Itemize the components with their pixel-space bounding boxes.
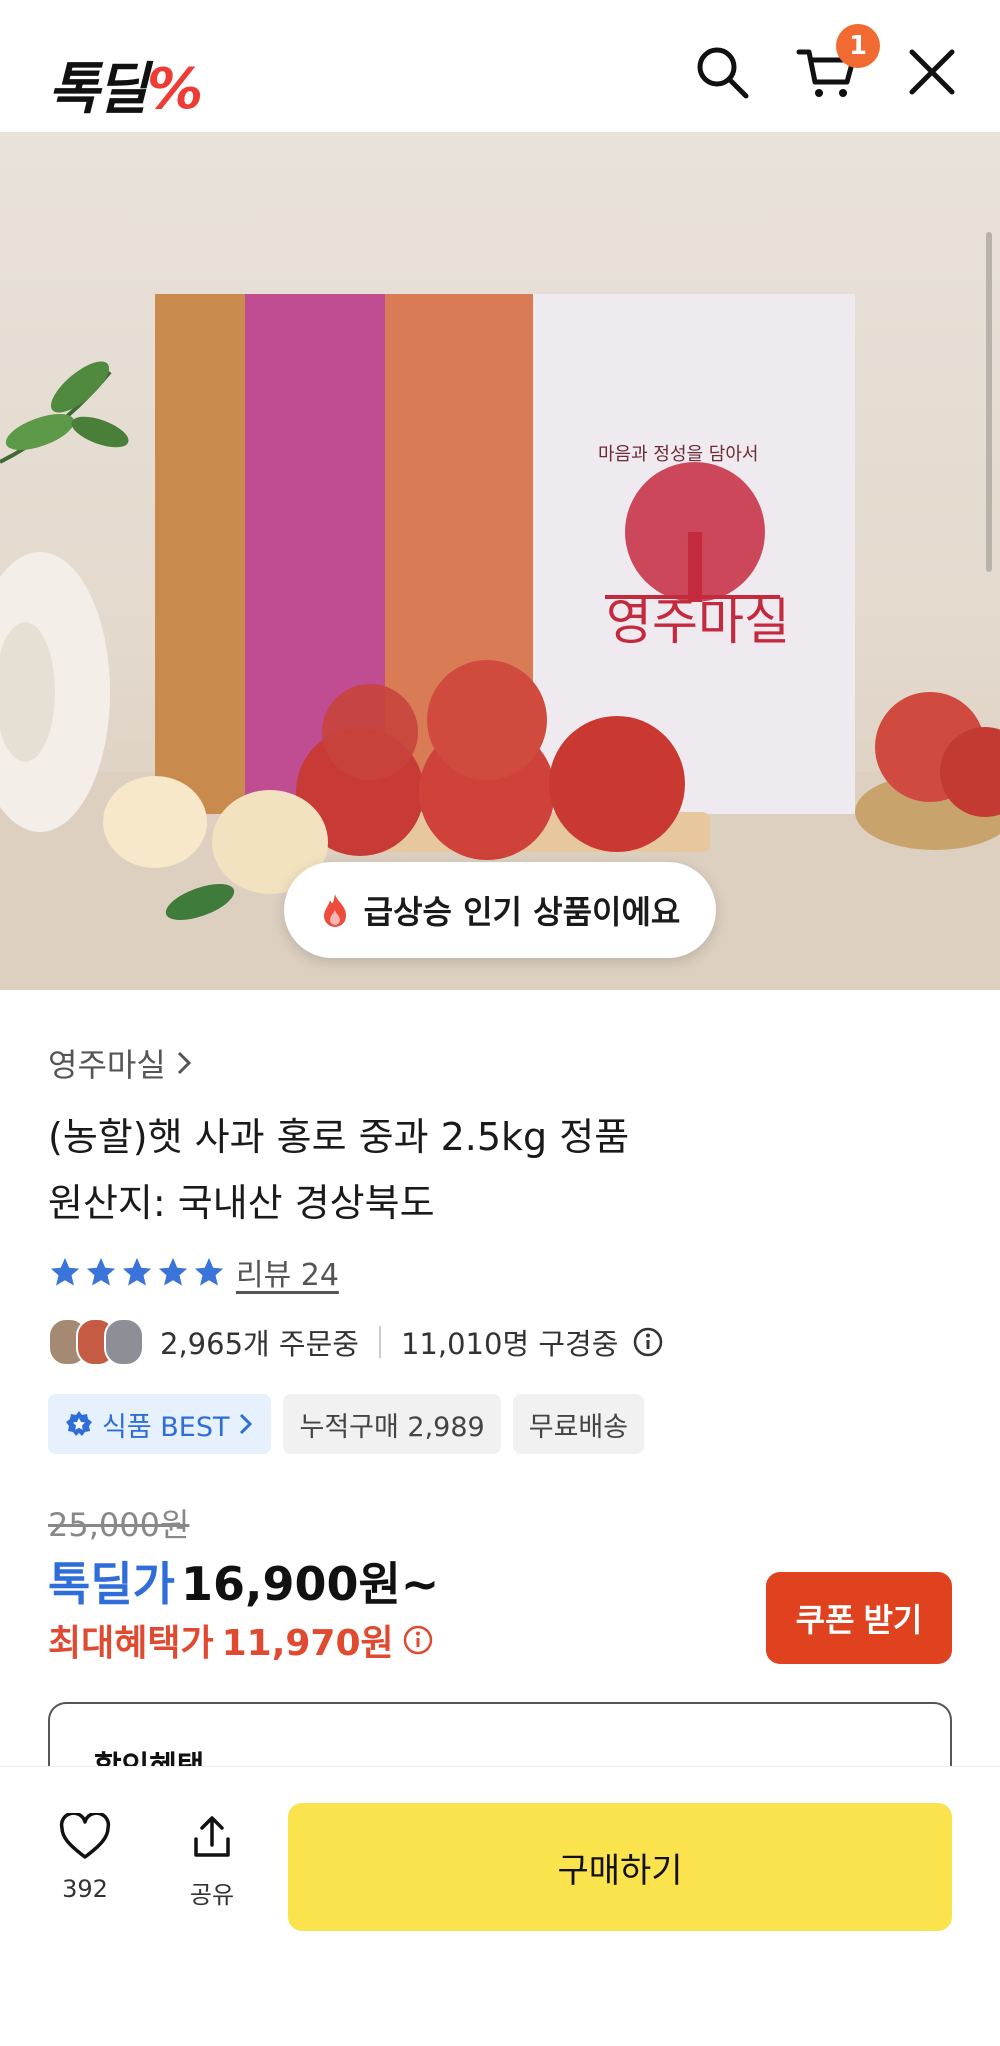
product-origin: 원산지: 국내산 경상북도	[48, 1181, 435, 1225]
buyer-avatars	[48, 1318, 144, 1366]
logo-text: 톡딜	[48, 57, 148, 122]
info-icon[interactable]	[632, 1326, 664, 1358]
chevron-right-icon	[240, 1413, 253, 1435]
original-price: 25,000원	[48, 1506, 190, 1544]
price-row: 톡딜가 16,900원~	[48, 1548, 439, 1614]
cumulative-purchase-tag: 누적구매 2,989	[283, 1394, 501, 1454]
star-icon	[50, 1257, 80, 1286]
benefit-price-row: 최대혜택가 11,970원	[48, 1614, 434, 1666]
product-title: (농할)햇 사과 홍로 중과 2.5kg 정품 원산지: 국내산 경상북도	[48, 1104, 948, 1236]
chevron-right-icon	[177, 1051, 191, 1075]
share-button[interactable]: 공유	[164, 1813, 260, 1910]
box-caption: 마음과 정성을 담아서	[598, 444, 759, 465]
star-icon	[122, 1257, 152, 1286]
like-button[interactable]: 392	[37, 1813, 133, 1903]
price-label: 톡딜가	[48, 1557, 175, 1611]
best-badge-label: 식품 BEST	[102, 1411, 230, 1443]
deal-price: 16,900원~	[180, 1557, 440, 1611]
product-tags: 식품 BEST 누적구매 2,989 무료배송	[48, 1394, 645, 1454]
rating-row: 리뷰 24	[48, 1250, 339, 1294]
star-icon	[86, 1257, 116, 1286]
badge-icon	[66, 1411, 92, 1436]
heart-icon	[59, 1813, 111, 1859]
share-icon	[194, 1816, 230, 1857]
coupon-button[interactable]: 쿠폰 받기	[766, 1572, 952, 1664]
rating-stars	[48, 1255, 226, 1289]
avatar	[104, 1318, 144, 1366]
popular-badge-text: 급상승 인기 상품이에요	[363, 893, 681, 931]
orders-row: 2,965개 주문중 11,010명 구경중	[48, 1318, 664, 1366]
info-icon[interactable]	[402, 1624, 434, 1656]
search-icon[interactable]	[690, 40, 754, 104]
buy-button[interactable]: 구매하기	[288, 1803, 952, 1931]
fire-icon	[323, 894, 346, 927]
product-hero-image[interactable]: 마음과 정성을 담아서 영주마실 급상승 인기 상품이에요	[0, 132, 1000, 990]
product-title-line1: (농할)햇 사과 홍로 중과 2.5kg 정품	[48, 1115, 630, 1159]
logo[interactable]: 톡딜%	[48, 44, 203, 125]
close-icon[interactable]	[900, 40, 964, 104]
scrollbar-thumb[interactable]	[986, 232, 992, 572]
share-label: 공유	[189, 1881, 235, 1909]
cart-count-badge: 1	[836, 24, 880, 68]
divider	[378, 1326, 381, 1358]
bottom-action-bar: 392 공유 구매하기	[0, 1766, 1000, 2046]
top-header: 톡딜% 1	[0, 0, 1000, 132]
brand-link[interactable]: 영주마실	[48, 1040, 194, 1086]
best-badge[interactable]: 식품 BEST	[48, 1394, 272, 1454]
like-count: 392	[62, 1875, 108, 1903]
logo-symbol: %	[147, 57, 203, 122]
viewers-count: 11,010명 구경중	[400, 1327, 619, 1361]
review-link[interactable]: 리뷰 24	[236, 1250, 339, 1294]
box-brand-text: 영주마실	[606, 593, 790, 651]
free-shipping-tag: 무료배송	[512, 1394, 645, 1454]
star-icon	[194, 1257, 224, 1286]
brand-name: 영주마실	[48, 1046, 166, 1084]
popular-badge: 급상승 인기 상품이에요	[284, 862, 716, 958]
star-icon	[158, 1257, 188, 1286]
orders-count: 2,965개 주문중	[160, 1327, 359, 1361]
benefit-price: 11,970원	[221, 1623, 394, 1664]
benefit-label: 최대혜택가	[48, 1623, 214, 1664]
